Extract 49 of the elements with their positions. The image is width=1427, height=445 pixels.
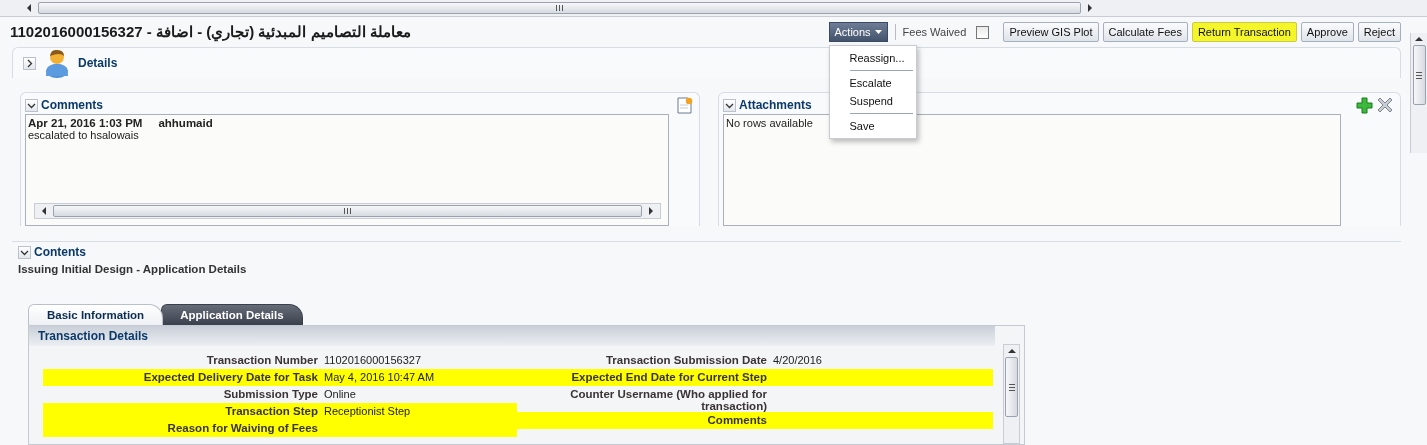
- toolbar-button[interactable]: Approve: [1300, 22, 1354, 42]
- field-label: Comments: [706, 414, 767, 426]
- field-label: Counter Username (Who applied for transaction): [569, 388, 767, 412]
- panel-title: Attachments: [739, 98, 812, 112]
- person-icon: [44, 48, 70, 78]
- toolbar-button[interactable]: Calculate Fees: [1102, 22, 1188, 42]
- checkbox[interactable]: [976, 25, 990, 39]
- vertical-scrollbar[interactable]: [1410, 33, 1427, 153]
- field-label: Submission Type: [222, 388, 318, 400]
- field-value: May 4, 2016 10:47 AM: [323, 371, 436, 383]
- vertical-scrollbar[interactable]: [1003, 344, 1020, 444]
- expand-toggle[interactable]: [25, 98, 38, 112]
- horizontal-scrollbar[interactable]: [34, 203, 661, 219]
- field-value: Receptionist Step: [323, 405, 412, 417]
- menu-item[interactable]: Escalate: [829, 74, 916, 92]
- field-label: Transaction Step: [224, 405, 318, 417]
- expand-toggle[interactable]: [18, 245, 31, 259]
- field-value: Online: [323, 388, 357, 400]
- section-title: Details: [78, 56, 118, 70]
- page-title: معاملة التصاميم المبدئية (تجاري) - اضافة - 1102016000156327: [10, 23, 411, 41]
- empty-message: No rows available: [726, 117, 813, 129]
- checkbox-label: Fees Waived: [902, 26, 967, 38]
- comment-author: ahhumaid: [158, 117, 213, 129]
- field-label: Transaction Submission Date: [604, 354, 767, 366]
- tab[interactable]: Application Details: [161, 304, 303, 325]
- field-value: 4/20/2016: [772, 354, 823, 366]
- comment-date: Apr 21, 2016 1:03 PM: [28, 117, 143, 129]
- section-title: Contents: [34, 245, 86, 259]
- add-icon[interactable]: [1356, 96, 1373, 114]
- toolbar-button[interactable]: Preview GIS Plot: [1003, 22, 1099, 42]
- field-label: Reason for Waiving of Fees: [166, 422, 318, 434]
- expand-toggle[interactable]: [723, 98, 736, 112]
- toolbar-button[interactable]: Return Transaction: [1191, 22, 1297, 42]
- actions-menu-button[interactable]: Actions: [828, 22, 888, 42]
- delete-icon[interactable]: [1376, 96, 1394, 114]
- horizontal-scrollbar[interactable]: [0, 0, 1427, 17]
- expand-toggle[interactable]: [23, 56, 36, 70]
- toolbar-button[interactable]: Reject: [1357, 22, 1401, 42]
- section-title: Transaction Details: [38, 329, 149, 343]
- menu-item[interactable]: Save: [829, 117, 916, 135]
- panel-title: Comments: [41, 98, 103, 112]
- caret-icon: [874, 30, 882, 34]
- field-label: Transaction Number: [205, 354, 318, 366]
- section-subtitle: Issuing Initial Design - Application Details: [18, 263, 248, 275]
- field-label: Expected Delivery Date for Task: [142, 371, 318, 383]
- comment-text: escalated to hsalowais: [28, 129, 139, 141]
- tab[interactable]: Basic Information: [28, 304, 164, 325]
- field-label: Expected End Date for Current Step: [570, 371, 767, 383]
- field-value: 1102016000156327: [323, 354, 423, 366]
